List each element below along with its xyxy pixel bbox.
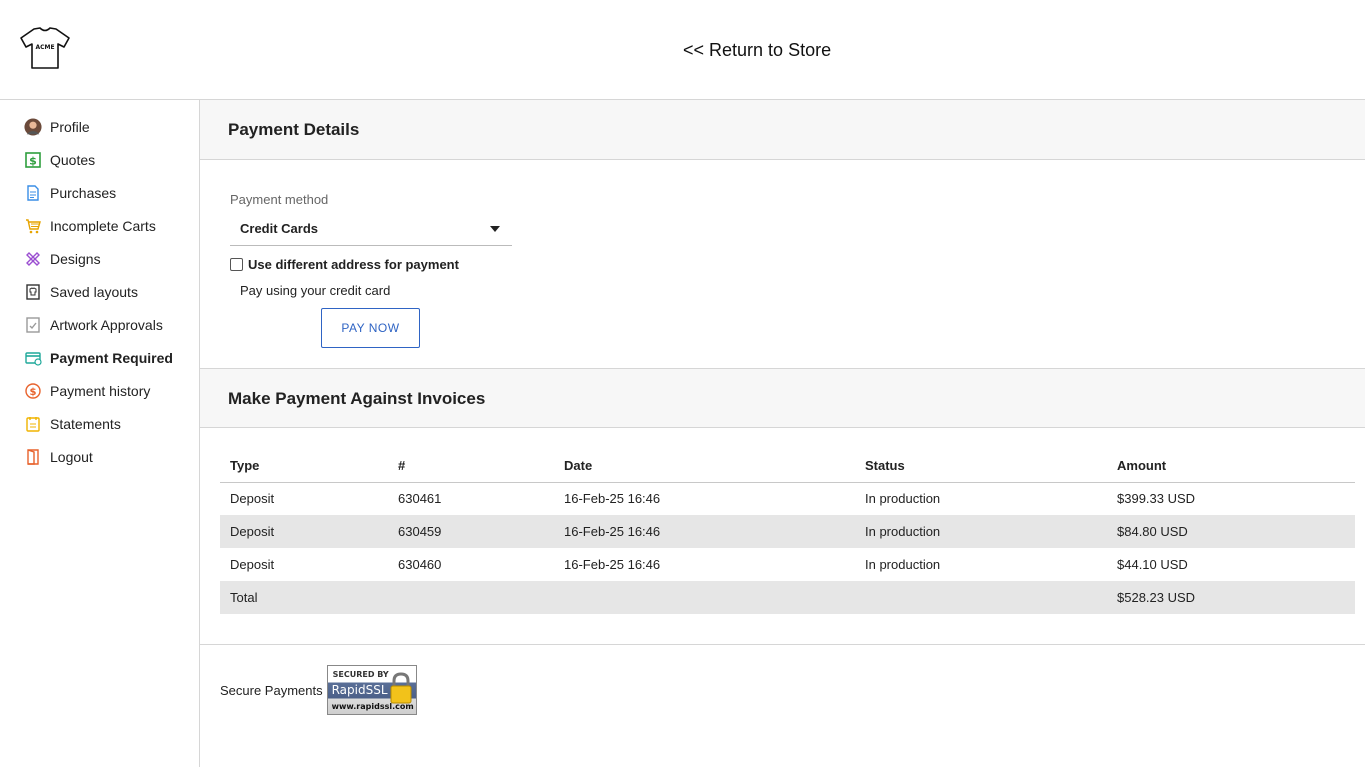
svg-text:$: $: [30, 387, 37, 398]
cell-amount: $399.33 USD: [1117, 491, 1196, 507]
cell-date: 16-Feb-25 16:46: [554, 515, 855, 548]
sidebar-item-label: Designs: [50, 251, 101, 267]
dollar-icon: $: [24, 151, 42, 169]
cell-status: In production: [865, 557, 941, 572]
svg-text:$: $: [29, 155, 37, 168]
coin-icon: $: [24, 382, 42, 400]
empty-cell: [388, 581, 554, 614]
sidebar-item-incomplete-carts[interactable]: Incomplete Carts: [24, 215, 156, 237]
sidebar: Profile $ Quotes Purchases Incomplete Ca…: [0, 100, 200, 767]
sidebar-item-quotes[interactable]: $ Quotes: [24, 149, 95, 171]
divider: [200, 644, 1365, 645]
approval-icon: [24, 316, 42, 334]
cell-number: 630461: [398, 491, 442, 507]
payment-method-value: Credit Cards: [240, 221, 319, 236]
sidebar-item-payment-required[interactable]: Payment Required: [24, 347, 173, 369]
empty-cell: [554, 581, 855, 614]
sidebar-item-label: Artwork Approvals: [50, 317, 163, 333]
secure-payments: Secure Payments SECURED BY RapidSSL www.…: [220, 665, 417, 715]
different-address-option[interactable]: Use different address for payment: [230, 257, 459, 272]
cell-status: In production: [865, 491, 941, 507]
sidebar-item-label: Purchases: [50, 185, 117, 201]
cart-icon: [24, 217, 42, 235]
column-header-type: Type: [220, 449, 388, 483]
sidebar-item-purchases[interactable]: Purchases: [24, 182, 116, 204]
avatar-icon: [24, 118, 42, 136]
sidebar-item-saved-layouts[interactable]: Saved layouts: [24, 281, 138, 303]
payment-method-select[interactable]: Credit Cards: [230, 213, 512, 246]
different-address-label: Use different address for payment: [248, 257, 459, 272]
badge-secured-by: SECURED BY: [332, 670, 389, 679]
column-header-status: Status: [855, 449, 1107, 483]
design-icon: [24, 250, 42, 268]
cell-date: 16-Feb-25 16:46: [564, 557, 661, 572]
document-icon: [24, 184, 42, 202]
main-content: Payment Details Payment method Credit Ca…: [200, 100, 1365, 767]
column-header-number: #: [388, 449, 554, 483]
table-row: Deposit 630459 16-Feb-25 16:46 In produc…: [220, 515, 1355, 548]
column-header-amount: Amount: [1107, 449, 1355, 483]
chevron-down-icon: [490, 226, 500, 232]
total-row: Total $528.23 USD: [220, 581, 1355, 614]
acme-tshirt-logo[interactable]: ACME: [19, 26, 71, 70]
table-row: Deposit 630460 16-Feb-25 16:46 In produc…: [220, 548, 1355, 581]
sidebar-item-artwork-approvals[interactable]: Artwork Approvals: [24, 314, 163, 336]
layout-icon: [24, 283, 42, 301]
badge-brand: RapidSSL: [331, 683, 388, 697]
sidebar-item-profile[interactable]: Profile: [24, 116, 90, 138]
cell-type: Deposit: [230, 491, 275, 507]
sidebar-item-label: Statements: [50, 416, 121, 432]
sidebar-item-statements[interactable]: Statements: [24, 413, 121, 435]
cell-status: In production: [855, 515, 1107, 548]
header: ACME << Return to Store: [0, 0, 1365, 100]
invoices-table: Type # Date Status Amount Deposit 630461…: [220, 449, 1355, 614]
table-header-row: Type # Date Status Amount: [220, 449, 1355, 483]
cell-amount: $44.10 USD: [1117, 557, 1188, 572]
secure-payments-label: Secure Payments: [220, 682, 323, 698]
pay-instructions: Pay using your credit card: [240, 283, 391, 298]
sidebar-item-payment-history[interactable]: $ Payment history: [24, 380, 150, 402]
padlock-icon: [390, 672, 412, 704]
card-icon: [24, 349, 42, 367]
total-amount: $528.23 USD: [1107, 581, 1355, 614]
column-header-date: Date: [554, 449, 855, 483]
sidebar-item-logout[interactable]: Logout: [24, 446, 93, 468]
sidebar-item-label: Incomplete Carts: [50, 218, 156, 234]
statement-icon: [24, 415, 42, 433]
sidebar-item-label: Payment Required: [50, 350, 173, 366]
total-label: Total: [220, 581, 388, 614]
cell-type: Deposit: [220, 515, 388, 548]
section-title: Make Payment Against Invoices: [228, 389, 486, 408]
table-row: Deposit 630461 16-Feb-25 16:46 In produc…: [220, 482, 1355, 515]
cell-number: 630459: [388, 515, 554, 548]
section-title: Payment Details: [228, 120, 360, 139]
sidebar-item-label: Profile: [50, 119, 90, 135]
payment-details-header: Payment Details: [200, 100, 1365, 160]
sidebar-item-label: Quotes: [50, 152, 96, 168]
return-to-store-link[interactable]: << Return to Store: [683, 40, 831, 61]
logout-icon: [24, 448, 42, 466]
svg-text:ACME: ACME: [35, 44, 54, 51]
payment-method-label: Payment method: [230, 192, 329, 207]
different-address-checkbox[interactable]: [230, 258, 243, 271]
rapidssl-badge[interactable]: SECURED BY RapidSSL www.rapidssl.com: [326, 665, 417, 715]
sidebar-item-label: Payment history: [50, 383, 151, 399]
cell-amount: $84.80 USD: [1107, 515, 1355, 548]
sidebar-item-label: Logout: [50, 449, 93, 465]
invoices-header: Make Payment Against Invoices: [200, 368, 1365, 428]
cell-type: Deposit: [230, 557, 275, 572]
pay-now-button[interactable]: PAY NOW: [321, 308, 420, 348]
cell-number: 630460: [398, 557, 442, 572]
empty-cell: [855, 581, 1107, 614]
cell-date: 16-Feb-25 16:46: [564, 491, 661, 507]
sidebar-item-designs[interactable]: Designs: [24, 248, 101, 270]
sidebar-item-label: Saved layouts: [50, 284, 138, 300]
